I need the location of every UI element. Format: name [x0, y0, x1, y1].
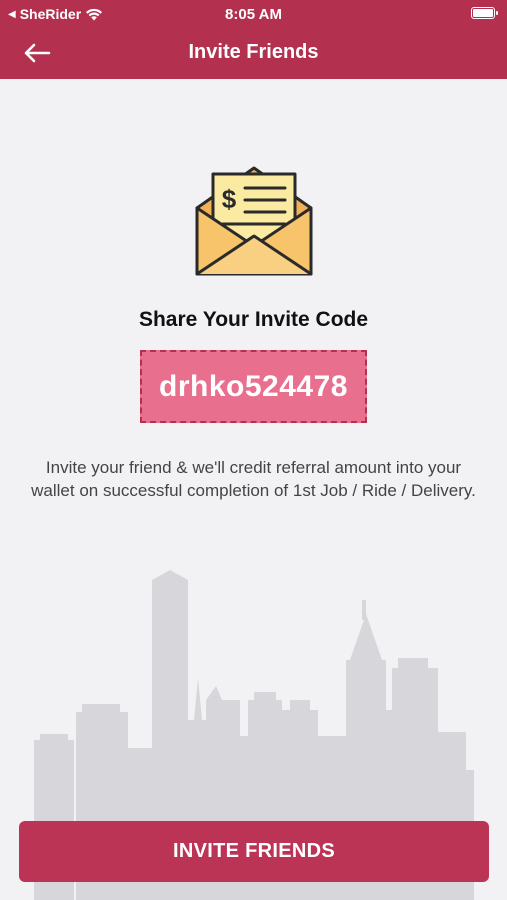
nav-bar: Invite Friends	[0, 28, 507, 79]
share-invite-heading: Share Your Invite Code	[138, 308, 369, 331]
invite-description: Invite your friend & we'll credit referr…	[31, 458, 476, 500]
svg-text:$: $	[222, 184, 237, 214]
invite-friends-button[interactable]: INVITE FRIENDS	[19, 821, 489, 882]
page-title: Invite Friends	[188, 41, 319, 63]
invite-code-box[interactable]: drhko524478	[140, 350, 367, 423]
status-bar: ◀ SheRider 8:05 AM	[0, 0, 507, 28]
envelope-money-icon: $	[195, 166, 313, 276]
app-header: ◀ SheRider 8:05 AM Invite Friends	[0, 0, 507, 79]
battery-icon	[471, 7, 498, 19]
status-time: 8:05 AM	[225, 6, 282, 23]
